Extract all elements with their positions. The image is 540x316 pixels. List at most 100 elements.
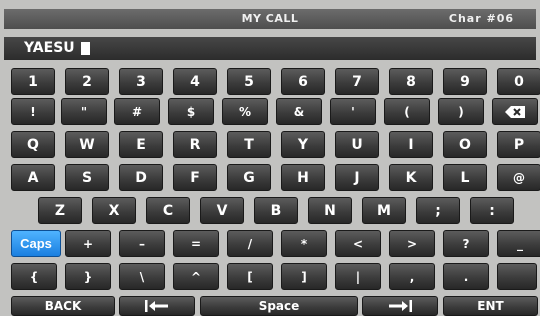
- arrow-right-bar-icon: [389, 300, 412, 312]
- key-minus[interactable]: –: [119, 230, 165, 257]
- key-left-paren[interactable]: (: [384, 98, 430, 125]
- key-colon[interactable]: :: [470, 197, 514, 224]
- key-6[interactable]: 6: [281, 68, 325, 95]
- key-i[interactable]: I: [389, 131, 433, 158]
- back-key[interactable]: BACK: [11, 296, 115, 316]
- key-z[interactable]: Z: [38, 197, 82, 224]
- key-greater-than[interactable]: >: [389, 230, 435, 257]
- key-n[interactable]: N: [308, 197, 352, 224]
- key-greater-than-label: >: [406, 236, 418, 251]
- key-backslash[interactable]: \: [119, 263, 165, 290]
- key-9[interactable]: 9: [443, 68, 487, 95]
- key-y-label: Y: [297, 136, 309, 153]
- key-8[interactable]: 8: [389, 68, 433, 95]
- key-v[interactable]: V: [200, 197, 244, 224]
- cursor-left-key[interactable]: [119, 296, 195, 316]
- key-3[interactable]: 3: [119, 68, 163, 95]
- key-asterisk-label: *: [300, 236, 308, 251]
- key-apostrophe[interactable]: ': [330, 98, 376, 125]
- key-quote[interactable]: ": [61, 98, 107, 125]
- key-5[interactable]: 5: [227, 68, 271, 95]
- key-j[interactable]: J: [335, 164, 379, 191]
- key-exclamation[interactable]: !: [11, 98, 55, 125]
- text-cursor: [81, 42, 90, 55]
- key-x[interactable]: X: [92, 197, 136, 224]
- key-g[interactable]: G: [227, 164, 271, 191]
- key-left-bracket[interactable]: [: [227, 263, 273, 290]
- key-x-label: X: [108, 202, 120, 219]
- key-w[interactable]: W: [65, 131, 109, 158]
- key-7[interactable]: 7: [335, 68, 379, 95]
- key-comma-label: ,: [409, 269, 415, 284]
- key-left-brace[interactable]: {: [11, 263, 57, 290]
- key-blank[interactable]: [497, 263, 537, 290]
- key-hash[interactable]: #: [114, 98, 160, 125]
- key-o[interactable]: O: [443, 131, 487, 158]
- key-percent[interactable]: %: [222, 98, 268, 125]
- key-j-label: J: [354, 169, 360, 186]
- key-backslash-label: \: [139, 269, 145, 284]
- cursor-right-key[interactable]: [362, 296, 438, 316]
- key-e[interactable]: E: [119, 131, 163, 158]
- key-equals[interactable]: =: [173, 230, 219, 257]
- key-left-paren-label: (: [404, 104, 410, 119]
- key-1-label: 1: [28, 73, 38, 90]
- key-right-bracket-label: ]: [301, 269, 307, 284]
- key-right-brace[interactable]: }: [65, 263, 111, 290]
- key-equals-label: =: [190, 236, 202, 251]
- key-less-than-label: <: [352, 236, 364, 251]
- key-9-label: 9: [460, 73, 470, 90]
- key-h[interactable]: H: [281, 164, 325, 191]
- key-q[interactable]: Q: [11, 131, 55, 158]
- key-p[interactable]: P: [497, 131, 540, 158]
- key-2[interactable]: 2: [65, 68, 109, 95]
- key-e-label: E: [136, 136, 146, 153]
- key-slash[interactable]: /: [227, 230, 273, 257]
- key-comma[interactable]: ,: [389, 263, 435, 290]
- key-right-bracket[interactable]: ]: [281, 263, 327, 290]
- key-caret[interactable]: ^: [173, 263, 219, 290]
- key-l[interactable]: L: [443, 164, 487, 191]
- key-m[interactable]: M: [362, 197, 406, 224]
- callsign-input[interactable]: YAESU: [4, 37, 536, 60]
- key-period[interactable]: .: [443, 263, 489, 290]
- key-semicolon[interactable]: ;: [416, 197, 460, 224]
- key-4[interactable]: 4: [173, 68, 217, 95]
- key-u[interactable]: U: [335, 131, 379, 158]
- caps-key[interactable]: Caps: [11, 230, 61, 257]
- key-at-label: @: [513, 170, 525, 185]
- key-at[interactable]: @: [497, 164, 540, 191]
- key-d[interactable]: D: [119, 164, 163, 191]
- key-d-label: D: [135, 169, 147, 186]
- key-0[interactable]: 0: [497, 68, 540, 95]
- key-less-than[interactable]: <: [335, 230, 381, 257]
- backspace-key[interactable]: [492, 98, 538, 125]
- key-caret-label: ^: [190, 269, 202, 284]
- key-right-brace-label: }: [83, 269, 93, 284]
- key-t[interactable]: T: [227, 131, 271, 158]
- key-y[interactable]: Y: [281, 131, 325, 158]
- key-plus-label: +: [82, 236, 94, 251]
- key-asterisk[interactable]: *: [281, 230, 327, 257]
- key-s[interactable]: S: [65, 164, 109, 191]
- key-plus[interactable]: +: [65, 230, 111, 257]
- arrow-left-bar-icon: [145, 300, 168, 312]
- key-c-label: C: [162, 202, 174, 219]
- key-1[interactable]: 1: [11, 68, 55, 95]
- key-o-label: O: [459, 136, 471, 153]
- key-right-paren[interactable]: ): [438, 98, 484, 125]
- key-f[interactable]: F: [173, 164, 217, 191]
- key-left-bracket-label: [: [247, 269, 253, 284]
- key-question[interactable]: ?: [443, 230, 489, 257]
- key-r[interactable]: R: [173, 131, 217, 158]
- key-ampersand[interactable]: &: [276, 98, 322, 125]
- enter-key[interactable]: ENT: [443, 296, 538, 316]
- key-k[interactable]: K: [389, 164, 433, 191]
- key-b[interactable]: B: [254, 197, 298, 224]
- key-underscore[interactable]: _: [497, 230, 540, 257]
- key-a[interactable]: A: [11, 164, 55, 191]
- key-c[interactable]: C: [146, 197, 190, 224]
- key-dollar[interactable]: $: [168, 98, 214, 125]
- key-pipe[interactable]: |: [335, 263, 381, 290]
- space-key[interactable]: Space: [200, 296, 358, 316]
